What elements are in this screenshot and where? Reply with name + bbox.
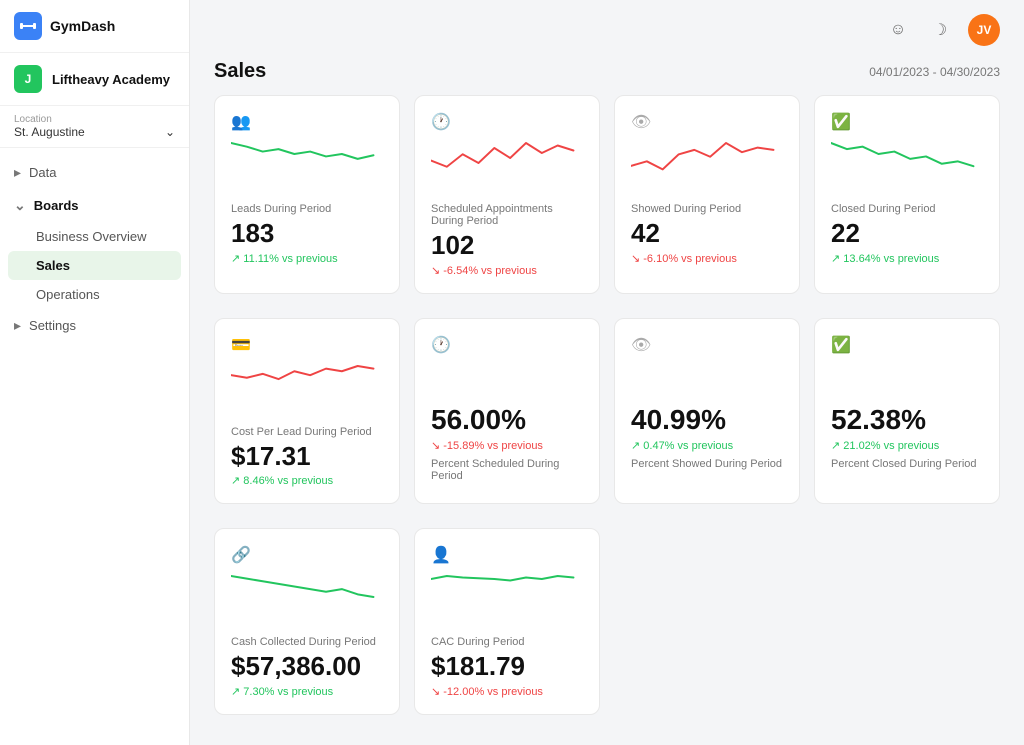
location-value: St. Augustine ⌄ — [14, 125, 175, 139]
page-title: Sales — [214, 60, 266, 83]
nav-data-label: Data — [29, 165, 56, 180]
card-label-pct_closed: Percent Closed During Period — [831, 458, 983, 470]
sidebar: GymDash J Liftheavy Academy Location St.… — [0, 0, 190, 745]
card-label-pct_showed: Percent Showed During Period — [631, 458, 783, 470]
card-icon-scheduled: 🕐 — [431, 112, 583, 132]
location-section[interactable]: Location St. Augustine ⌄ — [0, 106, 189, 148]
cards-row-3: 🔗 Cash Collected During Period $57,386.0… — [190, 528, 1024, 739]
card-label-pct_scheduled: Percent Scheduled During Period — [431, 458, 583, 482]
card-value-scheduled: 102 — [431, 231, 583, 260]
card-value-closed: 22 — [831, 219, 983, 248]
card-icon-cash_collected: 🔗 — [231, 545, 383, 565]
location-label: Location — [14, 114, 175, 125]
card-trend-pct_showed: ↗ 0.47% vs previous — [631, 439, 783, 452]
card-value-cash_collected: $57,386.00 — [231, 652, 383, 681]
card-trend-scheduled: ↘ -6.54% vs previous — [431, 264, 583, 277]
card-value-pct_showed: 40.99% — [631, 405, 783, 436]
card-label-cash_collected: Cash Collected During Period — [231, 636, 383, 648]
card-icon-cac: 👤 — [431, 545, 583, 565]
card-trend-pct_closed: ↗ 21.02% vs previous — [831, 439, 983, 452]
card-trend-showed: ↘ -6.10% vs previous — [631, 252, 783, 265]
card-icon-pct_scheduled: 🕐 — [431, 335, 583, 355]
data-icon: ▸ — [14, 164, 21, 181]
card-showed: 👁 Showed During Period 42 ↘ -6.10% vs pr… — [614, 95, 800, 294]
card-icon-cost_per_lead: 💳 — [231, 335, 383, 355]
card-value-pct_scheduled: 56.00% — [431, 405, 583, 436]
card-trend-pct_scheduled: ↘ -15.89% vs previous — [431, 439, 583, 452]
top-bar: ☺ ☽ JV — [190, 0, 1024, 60]
card-label-scheduled: Scheduled Appointments During Period — [431, 203, 583, 227]
nav-item-data[interactable]: ▸ Data — [0, 156, 189, 189]
card-trend-closed: ↗ 13.64% vs previous — [831, 252, 983, 265]
card-trend-cac: ↘ -12.00% vs previous — [431, 685, 583, 698]
user-avatar[interactable]: JV — [968, 14, 1000, 46]
card-label-cac: CAC During Period — [431, 636, 583, 648]
nav-boards-label: Boards — [34, 198, 79, 213]
nav-sub-sales[interactable]: Sales — [8, 251, 181, 280]
card-cash_collected: 🔗 Cash Collected During Period $57,386.0… — [214, 528, 400, 715]
card-icon-pct_closed: ✅ — [831, 335, 983, 355]
card-icon-pct_showed: 👁 — [631, 335, 783, 355]
card-scheduled: 🕐 Scheduled Appointments During Period 1… — [414, 95, 600, 294]
main-content: ☺ ☽ JV Sales 04/01/2023 - 04/30/2023 👥 L… — [190, 0, 1024, 745]
card-pct_scheduled: 🕐 56.00% ↘ -15.89% vs previous Percent S… — [414, 318, 600, 505]
nav-item-settings[interactable]: ▸ Settings — [0, 309, 189, 342]
card-value-cac: $181.79 — [431, 652, 583, 681]
settings-icon: ▸ — [14, 317, 21, 334]
card-cost_per_lead: 💳 Cost Per Lead During Period $17.31 ↗ 8… — [214, 318, 400, 505]
app-logo — [14, 12, 42, 40]
card-leads: 👥 Leads During Period 183 ↗ 11.11% vs pr… — [214, 95, 400, 294]
brand-name: Liftheavy Academy — [52, 72, 170, 87]
card-trend-cash_collected: ↗ 7.30% vs previous — [231, 685, 383, 698]
card-value-leads: 183 — [231, 219, 383, 248]
nav-section: ▸ Data ⌄ Boards Business Overview Sales … — [0, 148, 189, 350]
help-icon[interactable]: ☺ — [884, 16, 912, 44]
brand-section: J Liftheavy Academy — [0, 53, 189, 106]
card-closed: ✅ Closed During Period 22 ↗ 13.64% vs pr… — [814, 95, 1000, 294]
card-pct_closed: ✅ 52.38% ↗ 21.02% vs previous Percent Cl… — [814, 318, 1000, 505]
top-bar-right: ☺ ☽ JV — [884, 14, 1000, 46]
brand-icon: J — [14, 65, 42, 93]
app-name: GymDash — [50, 18, 115, 34]
card-trend-leads: ↗ 11.11% vs previous — [231, 252, 383, 265]
page-header: Sales 04/01/2023 - 04/30/2023 — [190, 60, 1024, 95]
card-icon-leads: 👥 — [231, 112, 383, 132]
card-label-leads: Leads During Period — [231, 203, 383, 215]
nav-item-boards[interactable]: ⌄ Boards — [0, 189, 189, 222]
card-icon-showed: 👁 — [631, 112, 783, 132]
card-label-cost_per_lead: Cost Per Lead During Period — [231, 426, 383, 438]
boards-icon: ⌄ — [14, 197, 26, 214]
card-label-showed: Showed During Period — [631, 203, 783, 215]
card-value-showed: 42 — [631, 219, 783, 248]
card-icon-closed: ✅ — [831, 112, 983, 132]
nav-settings-label: Settings — [29, 318, 76, 333]
date-range: 04/01/2023 - 04/30/2023 — [869, 65, 1000, 79]
cards-row-2: 💳 Cost Per Lead During Period $17.31 ↗ 8… — [190, 318, 1024, 529]
nav-sub-operations[interactable]: Operations — [0, 280, 189, 309]
cards-row-1: 👥 Leads During Period 183 ↗ 11.11% vs pr… — [190, 95, 1024, 318]
card-label-closed: Closed During Period — [831, 203, 983, 215]
card-value-cost_per_lead: $17.31 — [231, 442, 383, 471]
app-header: GymDash — [0, 0, 189, 53]
card-cac: 👤 CAC During Period $181.79 ↘ -12.00% vs… — [414, 528, 600, 715]
card-pct_showed: 👁 40.99% ↗ 0.47% vs previous Percent Sho… — [614, 318, 800, 505]
moon-icon[interactable]: ☽ — [926, 16, 954, 44]
nav-sub-business-overview[interactable]: Business Overview — [0, 222, 189, 251]
card-trend-cost_per_lead: ↗ 8.46% vs previous — [231, 474, 383, 487]
card-value-pct_closed: 52.38% — [831, 405, 983, 436]
